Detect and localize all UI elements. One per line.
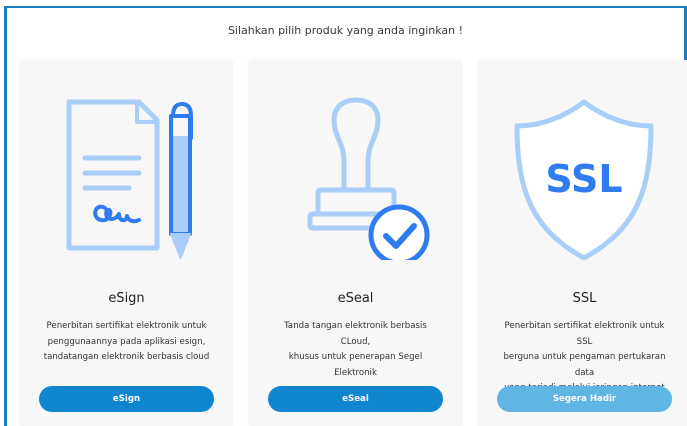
coming-soon-button[interactable]: Segera Hadir xyxy=(497,386,672,412)
page-heading: Silahkan pilih produk yang anda inginkan… xyxy=(227,24,464,37)
ssl-icon-label: SSL xyxy=(545,157,622,201)
description-line: penggunaannya pada aplikasi esign, xyxy=(47,336,206,347)
eseal-button[interactable]: eSeal xyxy=(268,386,443,412)
card-description: Tanda tangan elektronik berbasis CLoud, … xyxy=(268,319,443,381)
esign-button[interactable]: eSign xyxy=(39,386,214,412)
card-title: eSeal xyxy=(337,291,374,306)
description-line: tandatangan elektronik berbasis cloud xyxy=(43,352,210,362)
description-line: Tanda tangan elektronik berbasis CLoud, xyxy=(284,321,427,347)
card-title: eSign xyxy=(108,291,145,306)
product-card-esign: eSign Penerbitan sertifikat elektronik u… xyxy=(21,60,232,426)
description-line: berguna untuk pengaman pertukaran data xyxy=(503,352,666,378)
card-title: SSL xyxy=(572,291,597,306)
card-description: Penerbitan sertifikat elektronik untuk S… xyxy=(497,319,672,397)
product-card-eseal: eSeal Tanda tangan elektronik berbasis C… xyxy=(250,60,461,426)
description-line: khusus untuk penerapan Segel Elektronik xyxy=(288,352,423,378)
eseal-stamp-check-icon xyxy=(307,97,430,260)
card-description: Penerbitan sertifikat elektronik untuk p… xyxy=(39,319,214,366)
product-selection-panel: Silahkan pilih produk yang anda inginkan… xyxy=(4,6,687,426)
description-line: Penerbitan sertifikat elektronik untuk xyxy=(46,321,207,331)
ssl-shield-icon: SSL xyxy=(514,99,654,260)
esign-document-pen-icon xyxy=(66,99,193,259)
description-line: Penerbitan sertifikat elektronik untuk S… xyxy=(504,321,665,347)
product-card-ssl: SSL SSL Penerbitan sertifikat elektronik… xyxy=(479,60,687,426)
